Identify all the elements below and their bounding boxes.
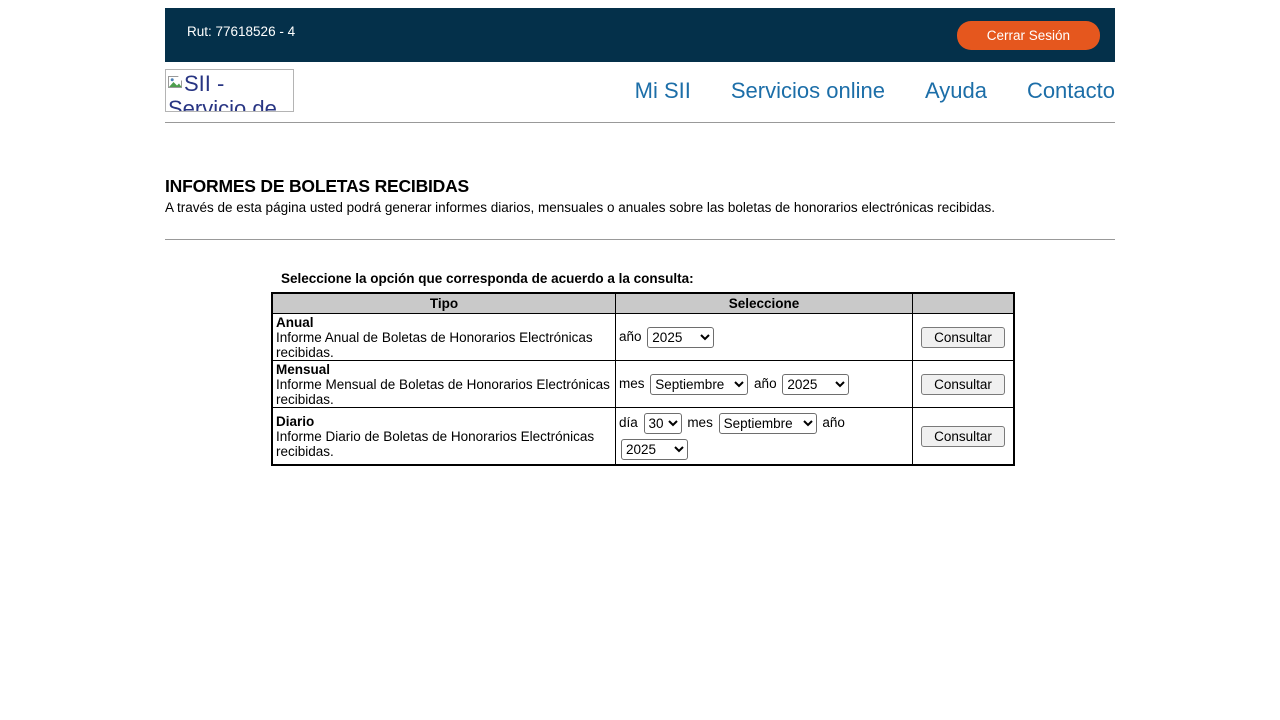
diario-day-select[interactable]: 30 xyxy=(644,413,682,434)
mensual-description: Informe Mensual de Boletas de Honorarios… xyxy=(276,377,610,407)
consultar-button-diario[interactable]: Consultar xyxy=(921,426,1005,447)
table-row-diario: Diario Informe Diario de Boletas de Hono… xyxy=(272,408,1014,466)
nav-link-mi-sii[interactable]: Mi SII xyxy=(635,78,691,104)
anual-year-select[interactable]: 2025 xyxy=(647,327,714,348)
diario-month-label: mes xyxy=(687,415,713,430)
broken-image-icon xyxy=(168,71,183,96)
anual-year-label: año xyxy=(619,329,642,344)
mensual-action-cell: Consultar xyxy=(913,361,1015,408)
mensual-tipo-cell: Mensual Informe Mensual de Boletas de Ho… xyxy=(272,361,616,408)
consultar-button-mensual[interactable]: Consultar xyxy=(921,374,1005,395)
mensual-controls-cell: mes Septiembre año 2025 xyxy=(616,361,913,408)
diario-tipo-cell: Diario Informe Diario de Boletas de Hono… xyxy=(272,408,616,466)
rut-label: Rut: 77618526 - 4 xyxy=(187,24,295,39)
nav-link-contacto[interactable]: Contacto xyxy=(1027,78,1115,104)
mensual-month-label: mes xyxy=(619,376,645,391)
page-title: INFORMES DE BOLETAS RECIBIDAS xyxy=(165,176,1115,197)
col-header-seleccione: Seleccione xyxy=(616,293,913,314)
diario-month-select[interactable]: Septiembre xyxy=(719,413,817,434)
page-description: A través de esta página usted podrá gene… xyxy=(165,200,1115,215)
table-header-row: Tipo Seleccione xyxy=(272,293,1014,314)
mensual-title: Mensual xyxy=(276,362,330,377)
header-divider xyxy=(165,122,1115,123)
topbar: Rut: 77618526 - 4 Cerrar Sesión xyxy=(165,8,1115,62)
header: SII - Servicio de Mi SII Servicios onlin… xyxy=(165,69,1115,112)
logout-button[interactable]: Cerrar Sesión xyxy=(957,21,1100,50)
sii-logo-broken-image[interactable]: SII - Servicio de xyxy=(165,69,294,112)
col-header-action xyxy=(913,293,1015,314)
diario-action-cell: Consultar xyxy=(913,408,1015,466)
anual-action-cell: Consultar xyxy=(913,314,1015,361)
diario-day-label: día xyxy=(619,415,638,430)
diario-title: Diario xyxy=(276,414,314,429)
nav-link-servicios-online[interactable]: Servicios online xyxy=(731,78,885,104)
consultation-section: Seleccione la opción que corresponda de … xyxy=(271,271,1011,466)
nav-link-ayuda[interactable]: Ayuda xyxy=(925,78,987,104)
anual-controls-cell: año 2025 xyxy=(616,314,913,361)
anual-title: Anual xyxy=(276,315,314,330)
mensual-year-select[interactable]: 2025 xyxy=(782,374,849,395)
anual-description: Informe Anual de Boletas de Honorarios E… xyxy=(276,330,593,360)
anual-tipo-cell: Anual Informe Anual de Boletas de Honora… xyxy=(272,314,616,361)
logo-alt-text: SII - Servicio de xyxy=(168,71,277,112)
table-row-mensual: Mensual Informe Mensual de Boletas de Ho… xyxy=(272,361,1014,408)
table-caption: Seleccione la opción que corresponda de … xyxy=(281,271,1011,286)
mensual-year-label: año xyxy=(754,376,777,391)
diario-year-select[interactable]: 2025 xyxy=(621,439,688,460)
reports-table: Tipo Seleccione Anual Informe Anual de B… xyxy=(271,292,1015,466)
table-row-anual: Anual Informe Anual de Boletas de Honora… xyxy=(272,314,1014,361)
diario-description: Informe Diario de Boletas de Honorarios … xyxy=(276,429,594,459)
mensual-month-select[interactable]: Septiembre xyxy=(650,374,748,395)
consultar-button-anual[interactable]: Consultar xyxy=(921,327,1005,348)
content-divider xyxy=(165,239,1115,240)
diario-controls-cell: día 30 mes Septiembre año 2025 xyxy=(616,408,913,466)
col-header-tipo: Tipo xyxy=(272,293,616,314)
diario-year-label: año xyxy=(822,415,845,430)
page-container: Rut: 77618526 - 4 Cerrar Sesión SII - Se… xyxy=(165,8,1115,466)
main-nav: Mi SII Servicios online Ayuda Contacto xyxy=(635,78,1115,104)
